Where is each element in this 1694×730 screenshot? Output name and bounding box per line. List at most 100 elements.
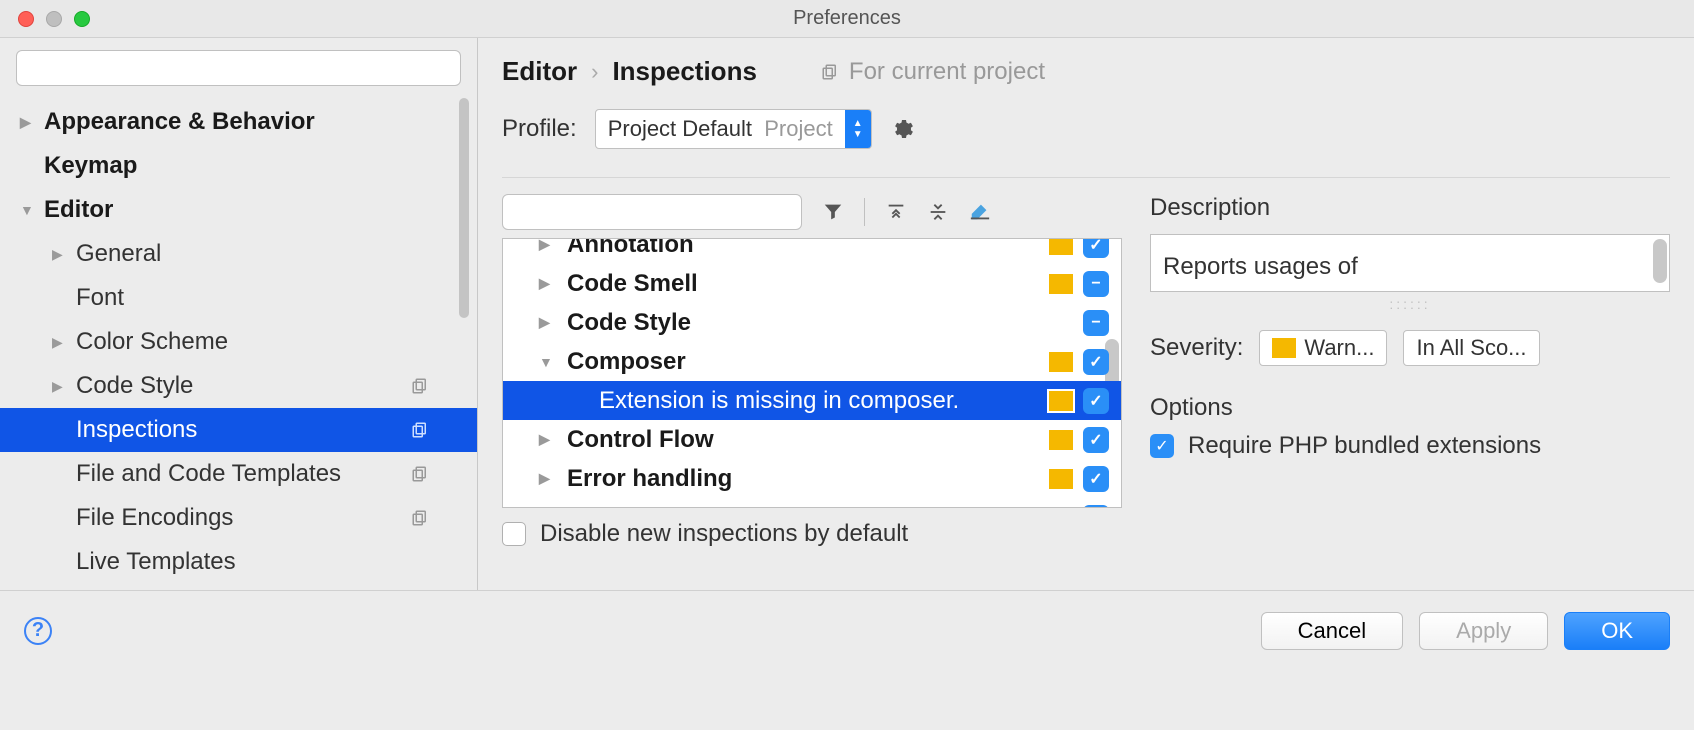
chevron-down-icon: ▼ [20,202,38,218]
sidebar-item-label: General [76,240,161,268]
scope-select[interactable]: In All Sco... [1403,330,1539,366]
inspection-item[interactable]: ▶ Error handling [503,459,1121,498]
project-scope-label: For current project [821,58,1045,86]
severity-label: Severity: [1150,334,1243,362]
inspection-toggle[interactable] [1083,505,1109,509]
content-panel: Editor › Inspections For current project… [478,38,1694,590]
sidebar-item-label: Appearance & Behavior [44,108,315,136]
inspection-label: Code Smell [567,270,698,298]
inspection-toggle[interactable] [1083,349,1109,375]
scrollbar[interactable] [1653,239,1667,283]
chevron-right-icon: ▶ [539,431,557,448]
breadcrumb-parent[interactable]: Editor [502,56,577,87]
help-icon[interactable]: ? [24,617,52,645]
inspection-item[interactable]: ▶Control Flow [503,420,1121,459]
inspection-item[interactable]: ▶ Code Smell [503,264,1121,303]
sidebar-item-appearance-behavior[interactable]: ▶Appearance & Behavior [0,100,477,144]
sidebar-item-label: Color Scheme [76,328,228,356]
inspection-toggle[interactable] [1083,427,1109,453]
sidebar-item-color-scheme[interactable]: ▶ Color Scheme [0,320,477,364]
severity-row: Severity: Warn... In All Sco... [1150,330,1670,366]
sidebar-item-general[interactable]: ▶ General [0,232,477,276]
window-title: Preferences [0,7,1694,30]
breadcrumb-sep: › [591,59,598,85]
sidebar-item-label: Font [76,284,124,312]
sidebar-item-label: Editor [44,196,113,224]
chevron-right-icon: ▶ [52,246,70,263]
warning-icon [1049,238,1073,255]
copy-icon [411,377,429,395]
profile-label: Profile: [502,115,577,143]
close-button[interactable] [18,11,34,27]
inspection-label: General [567,504,656,509]
chevron-right-icon: ▶ [539,470,557,487]
cancel-button[interactable]: Cancel [1261,612,1403,650]
require-bundled-checkbox[interactable] [1150,434,1174,458]
sidebar-search-input[interactable] [16,50,461,86]
inspection-toggle[interactable] [1083,388,1109,414]
sidebar-item-label: File and Code Templates [76,460,341,488]
sidebar-item-keymap[interactable]: Keymap [0,144,477,188]
ok-button[interactable]: OK [1564,612,1670,650]
chevron-right-icon: ▶ [539,275,557,292]
inspection-toggle[interactable] [1083,238,1109,258]
disable-new-checkbox[interactable] [502,522,526,546]
inspections-tree[interactable]: ▶ Annotation ▶ Code Smell ▶ Code Style ▼ Compos… [502,238,1122,508]
inspection-label: Code Style [567,309,691,337]
chevron-right-icon: ▶ [539,238,557,253]
warning-icon [1049,352,1073,372]
collapse-all-icon[interactable] [927,201,949,223]
disable-new-label: Disable new inspections by default [540,520,908,548]
sidebar-item-label: Live Templates [76,548,236,576]
sidebar-item-file-and-code-templates[interactable]: File and Code Templates [0,452,477,496]
profile-select[interactable]: Project Default Project ▲▼ [595,109,872,149]
severity-select[interactable]: Warn... [1259,330,1387,366]
inspection-item[interactable]: ▶General [503,498,1121,508]
copy-icon [821,63,839,81]
warning-icon [1049,469,1073,489]
minimize-button[interactable] [46,11,62,27]
sidebar-item-editor[interactable]: ▼ Editor [0,188,477,232]
inspections-search-input[interactable] [502,194,802,230]
dropdown-stepper-icon[interactable]: ▲▼ [845,110,871,148]
profile-row: Profile: Project Default Project ▲▼ [502,109,1670,149]
inspection-item[interactable]: Extension is missing in composer. [503,381,1121,420]
inspection-label: Composer [567,348,686,376]
eraser-icon[interactable] [969,201,991,223]
sidebar-item-file-encodings[interactable]: File Encodings [0,496,477,540]
inspections-right: Description Reports usages of :::::: Sev… [1142,194,1670,560]
sidebar-item-label: Inspections [76,416,197,444]
apply-button[interactable]: Apply [1419,612,1548,650]
disable-new-inspections-row: Disable new inspections by default [502,508,1122,560]
sidebar-item-inspections[interactable]: Inspections [0,408,477,452]
inspection-item[interactable]: ▶ Code Style [503,303,1121,342]
window-controls [0,11,90,27]
inspection-item[interactable]: ▼ Composer [503,342,1121,381]
description-box[interactable]: Reports usages of [1150,234,1670,292]
maximize-button[interactable] [74,11,90,27]
inspection-label: Annotation [567,238,694,259]
inspection-label: Extension is missing in composer. [599,387,959,415]
warning-icon [1049,274,1073,294]
sidebar-item-label: File Encodings [76,504,233,532]
filter-icon[interactable] [822,201,844,223]
sidebar-item-label: Keymap [44,152,137,180]
inspection-label: Error handling [567,465,732,493]
inspections-toolbar [502,194,1122,230]
inspection-toggle[interactable] [1083,310,1109,336]
chevron-right-icon: ▶ [539,314,557,331]
settings-tree[interactable]: ▶Appearance & BehaviorKeymap▼Editor▶Gene… [0,94,477,590]
sidebar-item-code-style[interactable]: ▶Code Style [0,364,477,408]
options-label: Options [1150,394,1670,422]
expand-all-icon[interactable] [885,201,907,223]
gear-icon[interactable] [890,117,914,141]
inspection-item[interactable]: ▶ Annotation [503,238,1121,264]
chevron-right-icon: ▶ [52,334,70,351]
inspection-toggle[interactable] [1083,466,1109,492]
chevron-down-icon: ▼ [539,354,557,370]
titlebar: Preferences [0,0,1694,38]
inspection-toggle[interactable] [1083,271,1109,297]
resize-grip[interactable]: :::::: [1150,296,1670,312]
sidebar-item-font[interactable]: Font [0,276,477,320]
sidebar-item-live-templates[interactable]: Live Templates [0,540,477,584]
